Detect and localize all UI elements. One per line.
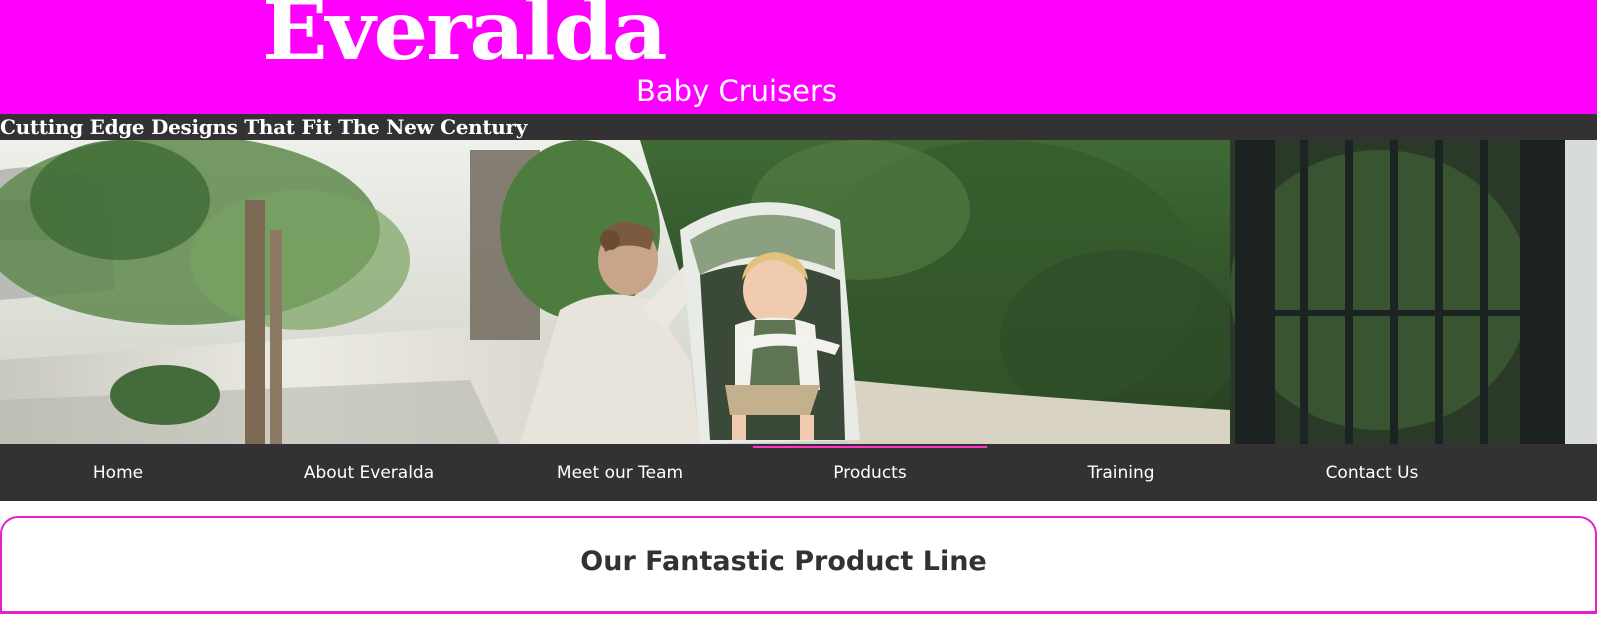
nav-contact[interactable]: Contact Us <box>1255 444 1489 501</box>
nav-about[interactable]: About Everalda <box>252 444 486 501</box>
site-header: Everalda Baby Cruisers <box>0 0 1597 114</box>
product-line-panel: Our Fantastic Product Line <box>0 516 1597 614</box>
logo-subtitle: Baby Cruisers <box>636 74 838 108</box>
hero-photo <box>0 140 1597 444</box>
nav-training[interactable]: Training <box>1004 444 1238 501</box>
nav-team[interactable]: Meet our Team <box>503 444 737 501</box>
nav-home[interactable]: Home <box>1 444 235 501</box>
logo[interactable]: Everalda <box>262 0 668 72</box>
tagline-bar: Cutting Edge Designs That Fit The New Ce… <box>0 114 1597 140</box>
hero-image <box>0 140 1597 444</box>
main-nav: Home About Everalda Meet our Team Produc… <box>0 444 1597 501</box>
tagline: Cutting Edge Designs That Fit The New Ce… <box>0 115 528 139</box>
section-title: Our Fantastic Product Line <box>580 546 987 577</box>
nav-products[interactable]: Products <box>753 444 987 501</box>
